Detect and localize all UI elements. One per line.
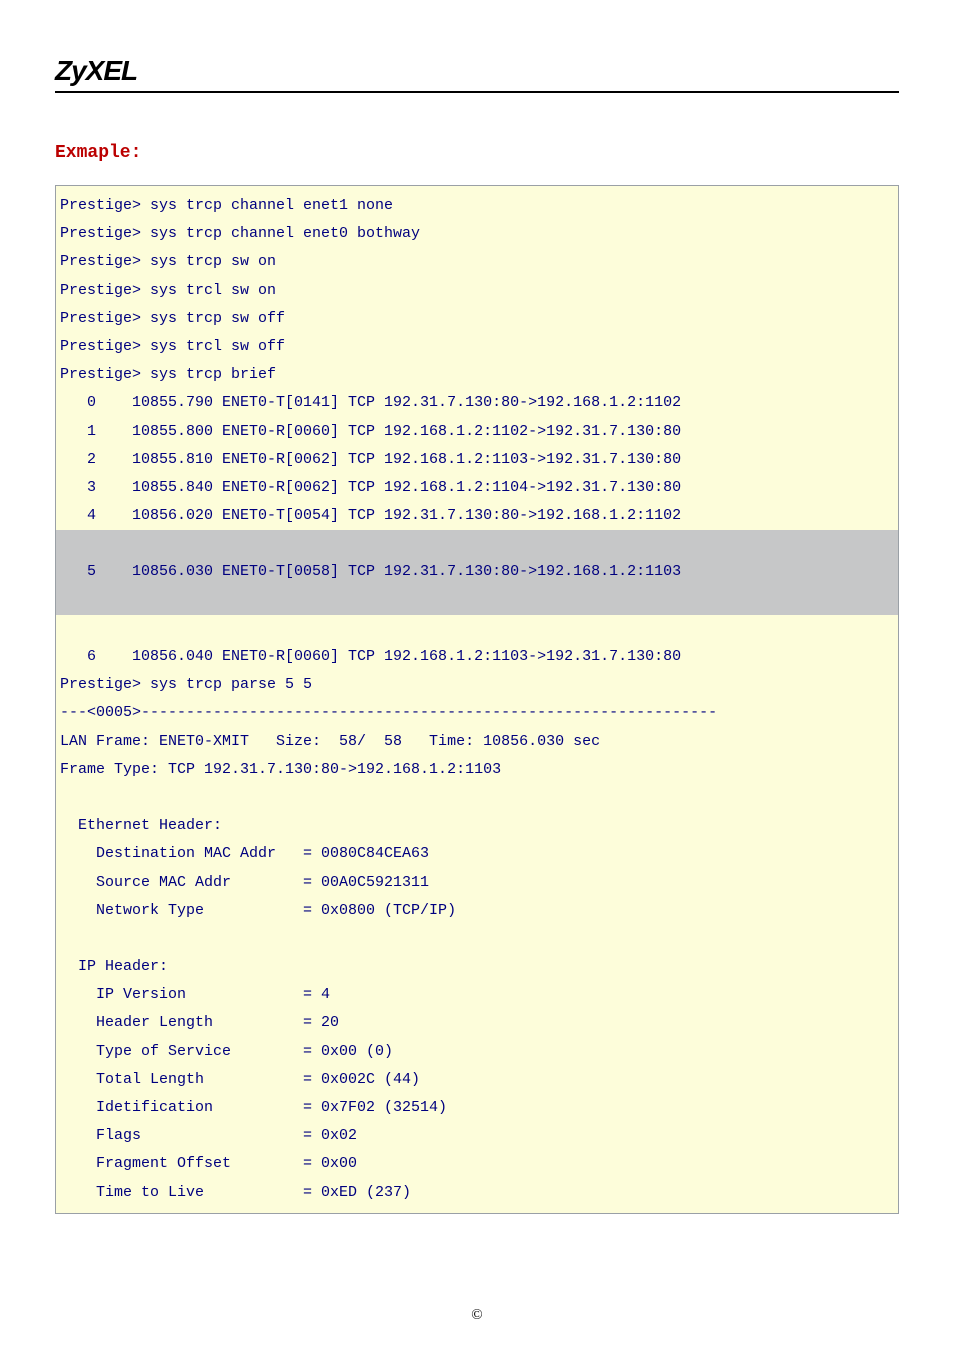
code-line: 1 10855.800 ENET0-R[0060] TCP 192.168.1.…	[56, 418, 898, 446]
code-line: Prestige> sys trcp channel enet1 none	[56, 192, 898, 220]
code-line: 5 10856.030 ENET0-T[0058] TCP 192.31.7.1…	[56, 558, 898, 586]
code-line: Header Length = 20	[56, 1009, 898, 1037]
code-line: Prestige> sys trcp parse 5 5	[56, 671, 898, 699]
code-line: Flags = 0x02	[56, 1122, 898, 1150]
code-line: Total Length = 0x002C (44)	[56, 1066, 898, 1094]
code-line: Prestige> sys trcl sw on	[56, 277, 898, 305]
code-line: 6 10856.040 ENET0-R[0060] TCP 192.168.1.…	[56, 643, 898, 671]
code-line	[56, 784, 898, 812]
code-line: 3 10855.840 ENET0-R[0062] TCP 192.168.1.…	[56, 474, 898, 502]
code-line: 2 10855.810 ENET0-R[0062] TCP 192.168.1.…	[56, 446, 898, 474]
code-line: IP Version = 4	[56, 981, 898, 1009]
code-line: Idetification = 0x7F02 (32514)	[56, 1094, 898, 1122]
code-line: Network Type = 0x0800 (TCP/IP)	[56, 897, 898, 925]
code-line	[56, 925, 898, 953]
section-heading: Exmaple:	[55, 143, 899, 163]
code-line: Prestige> sys trcp brief	[56, 361, 898, 389]
code-line: Fragment Offset = 0x00	[56, 1150, 898, 1178]
code-line: Destination MAC Addr = 0080C84CEA63	[56, 840, 898, 868]
code-line: Time to Live = 0xED (237)	[56, 1179, 898, 1207]
code-line: Prestige> sys trcp channel enet0 bothway	[56, 220, 898, 248]
brand-logo: ZyXEL	[55, 55, 899, 87]
header-rule	[55, 91, 899, 93]
code-line: Type of Service = 0x00 (0)	[56, 1038, 898, 1066]
code-line: IP Header:	[56, 953, 898, 981]
code-line: ---<0005>-------------------------------…	[56, 699, 898, 727]
code-line: Prestige> sys trcp sw off	[56, 305, 898, 333]
code-line	[56, 530, 898, 558]
page-footer: ©	[0, 1307, 954, 1324]
code-line: 4 10856.020 ENET0-T[0054] TCP 192.31.7.1…	[56, 502, 898, 530]
code-line: Source MAC Addr = 00A0C5921311	[56, 869, 898, 897]
code-line	[56, 615, 898, 643]
code-line: Prestige> sys trcl sw off	[56, 333, 898, 361]
code-line: LAN Frame: ENET0-XMIT Size: 58/ 58 Time:…	[56, 728, 898, 756]
page: ZyXEL Exmaple: Prestige> sys trcp channe…	[0, 0, 954, 1350]
code-line: Frame Type: TCP 192.31.7.130:80->192.168…	[56, 756, 898, 784]
code-block: Prestige> sys trcp channel enet1 nonePre…	[55, 185, 899, 1214]
code-line: Prestige> sys trcp sw on	[56, 248, 898, 276]
code-line	[56, 587, 898, 615]
code-line: 0 10855.790 ENET0-T[0141] TCP 192.31.7.1…	[56, 389, 898, 417]
code-line: Ethernet Header:	[56, 812, 898, 840]
